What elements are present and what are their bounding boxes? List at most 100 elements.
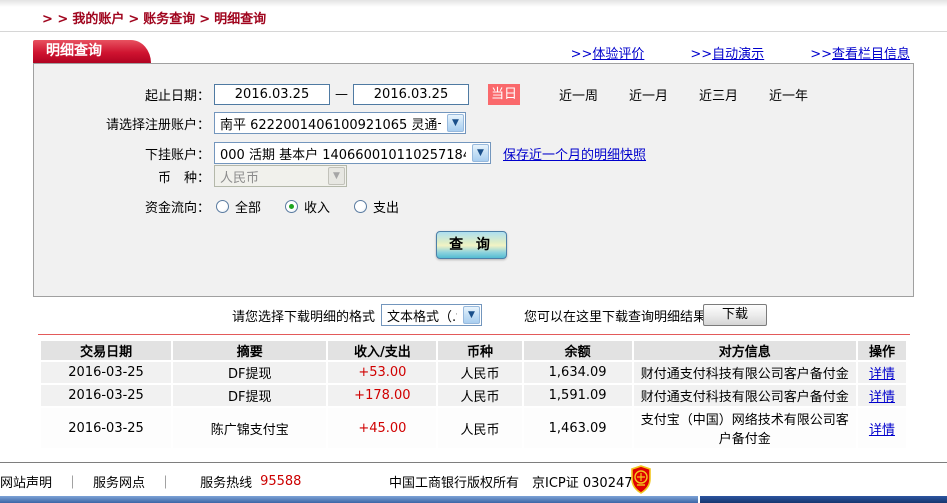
currency-row: 币 种： 人民币 ▼	[34, 164, 913, 188]
fund-flow-options: 全部 收入 支出	[216, 197, 399, 216]
table-header-6: 操作	[857, 341, 906, 360]
detail-link[interactable]: 详情	[869, 423, 895, 438]
sub-account-select[interactable]: 000 活期 基本户 1406600101102571848 ▼	[214, 142, 491, 164]
register-account-row: 请选择注册账户： 南平 6222001406100921065 灵通卡 ▼	[34, 111, 913, 135]
date-range-row: 起止日期： — 当日 近一周 近一月 近三月 近一年	[34, 82, 913, 106]
top-link-0[interactable]: >>体验评价	[571, 43, 645, 62]
cell-date: 2016-03-25	[41, 408, 172, 448]
snapshot-link[interactable]: 保存近一个月的明细快照	[503, 144, 646, 163]
chevron-down-icon[interactable]: ▼	[472, 144, 489, 162]
cell-currency: 人民币	[438, 385, 522, 406]
breadcrumb-item-0[interactable]: 我的账户	[72, 12, 124, 27]
detail-link[interactable]: 详情	[869, 367, 895, 382]
footer-links: 网站声明 ｜ 服务网点 ｜ 服务热线 95588	[0, 472, 301, 491]
table-header-0: 交易日期	[41, 341, 172, 360]
quick-range-1-button[interactable]: 近一月	[629, 85, 668, 104]
cell-action: 详情	[857, 362, 906, 383]
flow-option-全部[interactable]: 全部	[216, 197, 261, 216]
breadcrumb: > > 我的账户 > 账务查询 > 明细查询	[38, 8, 266, 27]
top-link-prefix: >>	[690, 47, 713, 62]
quick-range-today-button[interactable]: 当日	[488, 83, 520, 105]
register-account-select[interactable]: 南平 6222001406100921065 灵通卡 ▼	[214, 112, 466, 134]
table-row: 2016-03-25 陈广锦支付宝 +45.00 人民币 1,463.09 支付宝（中国）…	[41, 408, 906, 448]
flow-option-label: 支出	[373, 200, 400, 216]
table-header-4: 余额	[523, 341, 632, 360]
cell-date: 2016-03-25	[41, 362, 172, 383]
flow-option-label: 收入	[304, 200, 331, 216]
breadcrumb-prefix: > >	[42, 12, 69, 27]
date-dash: —	[335, 86, 348, 102]
download-format-select[interactable]: 文本格式（.txt） ▼	[381, 304, 482, 326]
top-link-prefix: >>	[570, 47, 593, 62]
query-form-panel: 起止日期： — 当日 近一周 近一月 近三月 近一年 请选择注册账户： 南平 6222…	[33, 63, 914, 297]
download-row: 请您选择下载明细的格式 文本格式（.txt） ▼ 您可以在这里下载查询明细结果 …	[0, 303, 947, 327]
chevron-down-icon[interactable]: ▼	[463, 306, 480, 324]
bottom-bar-right	[700, 496, 947, 503]
radio-icon[interactable]	[354, 199, 368, 213]
chevron-down-icon[interactable]: ▼	[447, 114, 464, 132]
red-divider	[38, 334, 910, 335]
hotline-label: 服务热线	[200, 476, 253, 491]
register-account-value: 南平 6222001406100921065 灵通卡	[220, 117, 441, 133]
cell-amount: +178.00	[328, 385, 437, 406]
cell-amount: +53.00	[328, 362, 437, 383]
quick-range-2-button[interactable]: 近三月	[699, 85, 738, 104]
footer-link-0[interactable]: 网站声明	[0, 472, 52, 491]
cell-summary: DF提现	[173, 362, 327, 383]
table-header-2: 收入/支出	[328, 341, 437, 360]
amount-value: +178.00	[354, 388, 411, 403]
bottom-bar-left	[0, 496, 698, 503]
cell-balance: 1,591.09	[523, 385, 632, 406]
cell-currency: 人民币	[438, 362, 522, 383]
quick-range-0-button[interactable]: 近一周	[559, 85, 598, 104]
radio-icon-checked[interactable]	[285, 199, 299, 213]
flow-option-收入[interactable]: 收入	[285, 197, 330, 216]
download-hint: 您可以在这里下载查询明细结果	[524, 309, 707, 325]
flow-option-label: 全部	[235, 200, 262, 216]
bottom-bar	[0, 496, 947, 503]
top-link-2[interactable]: >>查看栏目信息	[810, 43, 910, 62]
copyright-text: 中国工商银行版权所有 京ICP证 030247号	[389, 476, 646, 491]
footer-separator: ｜	[159, 476, 173, 491]
breadcrumb-item-1[interactable]: 账务查询	[143, 12, 195, 27]
footer: 网站声明 ｜ 服务网点 ｜ 服务热线 95588 中国工商银行版权所有 京ICP证 030…	[0, 462, 947, 496]
top-link-label: 查看栏目信息	[831, 47, 910, 62]
top-link-1[interactable]: >>自动演示	[690, 43, 764, 62]
sub-account-value: 000 活期 基本户 1406600101102571848	[220, 147, 466, 163]
cell-amount: +45.00	[328, 408, 437, 448]
breadcrumb-separator: >	[199, 12, 211, 27]
cell-action: 详情	[857, 385, 906, 406]
detail-link[interactable]: 详情	[869, 390, 895, 405]
table-header-1: 摘要	[173, 341, 327, 360]
table-header-5: 对方信息	[633, 341, 856, 360]
table-row: 2016-03-25 DF提现 +53.00 人民币 1,634.09 财付通支付科技有限…	[41, 362, 906, 383]
cell-summary: 陈广锦支付宝	[173, 408, 327, 448]
top-links: >>体验评价 >>自动演示 >>查看栏目信息	[571, 43, 910, 62]
quick-ranges: 近一周 近一月 近三月 近一年	[559, 85, 808, 104]
tab-detail-query[interactable]: 明细查询	[33, 40, 151, 63]
icbc-detail-query-page: > > 我的账户 > 账务查询 > 明细查询 明细查询 >>体验评价 >>自动演示 >>查看栏…	[0, 0, 947, 503]
flow-option-支出[interactable]: 支出	[354, 197, 399, 216]
top-link-prefix: >>	[810, 47, 832, 62]
footer-link-1[interactable]: 服务网点	[93, 472, 145, 491]
radio-icon[interactable]	[216, 199, 229, 213]
footer-separator: ｜	[66, 476, 80, 491]
download-button[interactable]: 下载	[703, 304, 767, 326]
transaction-table: 交易日期 摘要 收入/支出 币种 余额 对方信息 操作 2016-03-25 DF提现 +53.…	[39, 339, 908, 450]
query-button[interactable]: 查 询	[436, 231, 507, 259]
top-band: > > 我的账户 > 账务查询 > 明细查询	[0, 0, 947, 32]
date-range-label: 起止日期：	[144, 88, 210, 104]
fund-flow-row: 资金流向： 全部 收入 支出	[34, 194, 913, 218]
breadcrumb-item-2[interactable]: 明细查询	[214, 12, 266, 27]
cell-counterparty: 支付宝（中国）网络技术有限公司客户备付金	[633, 408, 856, 448]
download-format-label: 请您选择下载明细的格式	[231, 309, 375, 325]
quick-range-3-button[interactable]: 近一年	[769, 85, 808, 104]
date-from-input[interactable]	[214, 83, 330, 105]
currency-select-disabled: 人民币 ▼	[214, 165, 347, 187]
currency-label: 币 种：	[157, 170, 210, 186]
date-to-input[interactable]	[353, 83, 469, 105]
breadcrumb-separator: >	[128, 12, 140, 27]
tab-row: 明细查询 >>体验评价 >>自动演示 >>查看栏目信息	[33, 40, 913, 63]
cell-action: 详情	[857, 408, 906, 448]
table-header-row: 交易日期 摘要 收入/支出 币种 余额 对方信息 操作	[41, 341, 906, 360]
